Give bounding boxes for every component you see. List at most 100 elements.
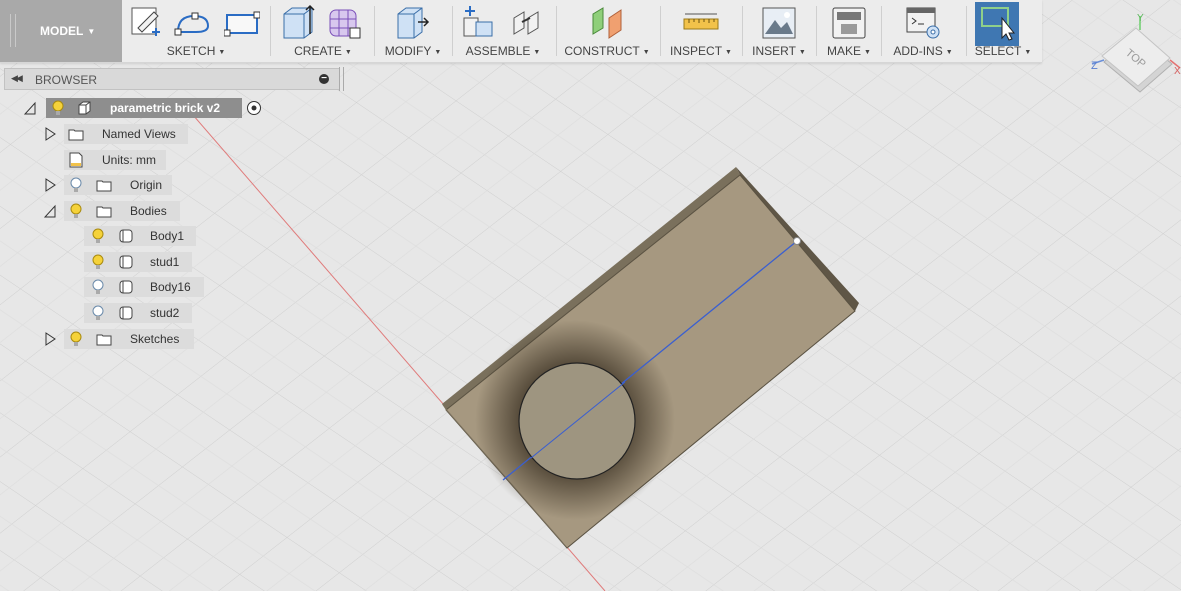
create-label: CREATE xyxy=(294,44,342,58)
press-pull-icon[interactable] xyxy=(394,4,430,42)
sketch-pencil-icon[interactable] xyxy=(128,4,164,42)
sketch-rectangle-icon[interactable] xyxy=(224,4,260,42)
axis-y-label: Y xyxy=(1137,13,1144,24)
chevron-down-icon: ▼ xyxy=(642,49,650,56)
visibility-bulb-icon[interactable] xyxy=(50,100,66,116)
chevron-down-icon: ▼ xyxy=(434,49,442,56)
construct-group[interactable]: CONSTRUCT ▼ xyxy=(562,0,652,62)
tree-item-label: Units: mm xyxy=(102,153,156,167)
chevron-down-icon: ▼ xyxy=(945,49,953,56)
document-icon xyxy=(68,152,84,168)
body-icon xyxy=(118,254,134,270)
select-icon[interactable] xyxy=(980,4,1016,42)
modify-label: MODIFY xyxy=(384,44,432,58)
tree-item-body1[interactable]: Body1 xyxy=(84,226,204,246)
inspect-group[interactable]: INSPECT ▼ xyxy=(666,0,736,62)
make-3d-print-icon[interactable] xyxy=(831,4,867,42)
tree-item-origin[interactable]: Origin xyxy=(42,175,182,195)
visibility-bulb-icon[interactable] xyxy=(90,254,106,270)
tree-item-label: Sketches xyxy=(130,332,180,346)
insert-group[interactable]: INSERT ▼ xyxy=(748,0,810,62)
chevron-down-icon: ▼ xyxy=(344,49,352,56)
browser-title: BROWSER xyxy=(35,73,98,87)
folder-icon xyxy=(96,331,112,347)
visibility-bulb-off-icon[interactable] xyxy=(90,305,106,321)
chevron-down-icon: ▼ xyxy=(1024,49,1032,56)
tree-item-units[interactable]: Units: mm xyxy=(42,150,202,170)
inspect-label: INSPECT xyxy=(670,44,723,58)
chevron-down-icon: ▼ xyxy=(798,49,806,56)
assemble-group[interactable]: ASSEMBLE ▼ xyxy=(458,0,548,62)
assemble-label: ASSEMBLE xyxy=(465,44,531,58)
insert-label: INSERT xyxy=(752,44,796,58)
collapsed-triangle-icon[interactable] xyxy=(44,332,56,346)
folder-icon xyxy=(96,177,112,193)
insert-canvas-icon[interactable] xyxy=(761,4,797,42)
model-label: MODEL xyxy=(40,24,84,38)
sketch-point[interactable] xyxy=(793,237,801,245)
collapse-panel-icon[interactable]: ◀◀ xyxy=(11,73,23,84)
tree-item-stud1[interactable]: stud1 xyxy=(84,252,204,272)
model-workspace-button[interactable]: MODEL ▼ xyxy=(0,0,122,62)
tree-item-label: Origin xyxy=(130,178,163,192)
chevron-down-icon: ▼ xyxy=(864,49,871,56)
visibility-bulb-icon[interactable] xyxy=(68,203,84,219)
select-group[interactable]: SELECT ▼ xyxy=(972,0,1034,62)
chevron-down-icon: ▼ xyxy=(218,49,226,56)
collapsed-triangle-icon[interactable] xyxy=(44,127,56,141)
body-icon xyxy=(118,305,134,321)
component-icon xyxy=(76,100,92,116)
collapsed-triangle-icon[interactable] xyxy=(44,178,56,192)
expanded-triangle-icon[interactable] xyxy=(44,204,56,218)
form-icon[interactable] xyxy=(326,4,362,42)
folder-icon xyxy=(96,203,112,219)
create-group[interactable]: CREATE ▼ xyxy=(278,0,368,62)
tree-item-label: Body16 xyxy=(150,280,191,294)
construct-label: CONSTRUCT xyxy=(564,44,640,58)
chevron-down-icon: ▼ xyxy=(533,49,541,56)
make-group[interactable]: MAKE ▼ xyxy=(822,0,876,62)
sketch-arc-icon[interactable] xyxy=(174,4,210,42)
activate-radio-icon[interactable] xyxy=(246,100,262,116)
tree-item-named-views[interactable]: Named Views xyxy=(42,124,202,144)
root-label: parametric brick v2 xyxy=(110,101,221,115)
axis-z-label: Z xyxy=(1091,60,1098,72)
tree-item-label: Body1 xyxy=(150,229,185,243)
visibility-bulb-icon[interactable] xyxy=(68,331,84,347)
offset-plane-icon[interactable] xyxy=(589,4,625,42)
visibility-bulb-icon[interactable] xyxy=(90,228,106,244)
joint-icon[interactable] xyxy=(508,4,544,42)
body-icon xyxy=(118,279,134,295)
tree-item-bodies[interactable]: Bodies xyxy=(42,201,182,221)
tree-item-label: Named Views xyxy=(102,127,176,141)
chevron-down-icon: ▼ xyxy=(87,27,96,36)
axis-x-label: X xyxy=(1174,66,1181,77)
folder-icon xyxy=(68,126,84,142)
sketch-group[interactable]: SKETCH ▼ xyxy=(128,0,264,62)
sketch-label: SKETCH xyxy=(166,44,216,58)
visibility-bulb-off-icon[interactable] xyxy=(68,177,84,193)
minus-circle-icon[interactable]: − xyxy=(319,74,329,84)
tree-item-stud2[interactable]: stud2 xyxy=(84,303,204,323)
scripts-addins-icon[interactable] xyxy=(905,4,941,42)
measure-icon[interactable] xyxy=(683,4,719,42)
modify-group[interactable]: MODIFY ▼ xyxy=(380,0,446,62)
select-label: SELECT xyxy=(974,44,1022,58)
addins-group[interactable]: ADD-INS ▼ xyxy=(886,0,960,62)
toolbar: MODEL ▼ SKETCH ▼ CREATE ▼ MODIFY ▼ ASSEM… xyxy=(0,0,1042,63)
tree-item-label: Bodies xyxy=(130,204,167,218)
new-component-icon[interactable] xyxy=(460,4,496,42)
expanded-triangle-icon[interactable] xyxy=(24,101,36,115)
tree-root[interactable]: parametric brick v2 xyxy=(22,98,272,118)
panel-grip-icon[interactable] xyxy=(339,67,344,91)
tree-item-label: stud1 xyxy=(150,255,180,269)
browser-header[interactable]: ◀◀ BROWSER − xyxy=(4,67,344,91)
make-label: MAKE xyxy=(827,44,862,58)
visibility-bulb-off-icon[interactable] xyxy=(90,279,106,295)
tree-item-body16[interactable]: Body16 xyxy=(84,277,210,297)
tree-item-sketches[interactable]: Sketches xyxy=(42,329,202,349)
extrude-icon[interactable] xyxy=(280,4,316,42)
body-icon xyxy=(118,228,134,244)
view-cube[interactable]: TOP Y Z X xyxy=(1090,12,1181,102)
addins-label: ADD-INS xyxy=(893,44,943,58)
